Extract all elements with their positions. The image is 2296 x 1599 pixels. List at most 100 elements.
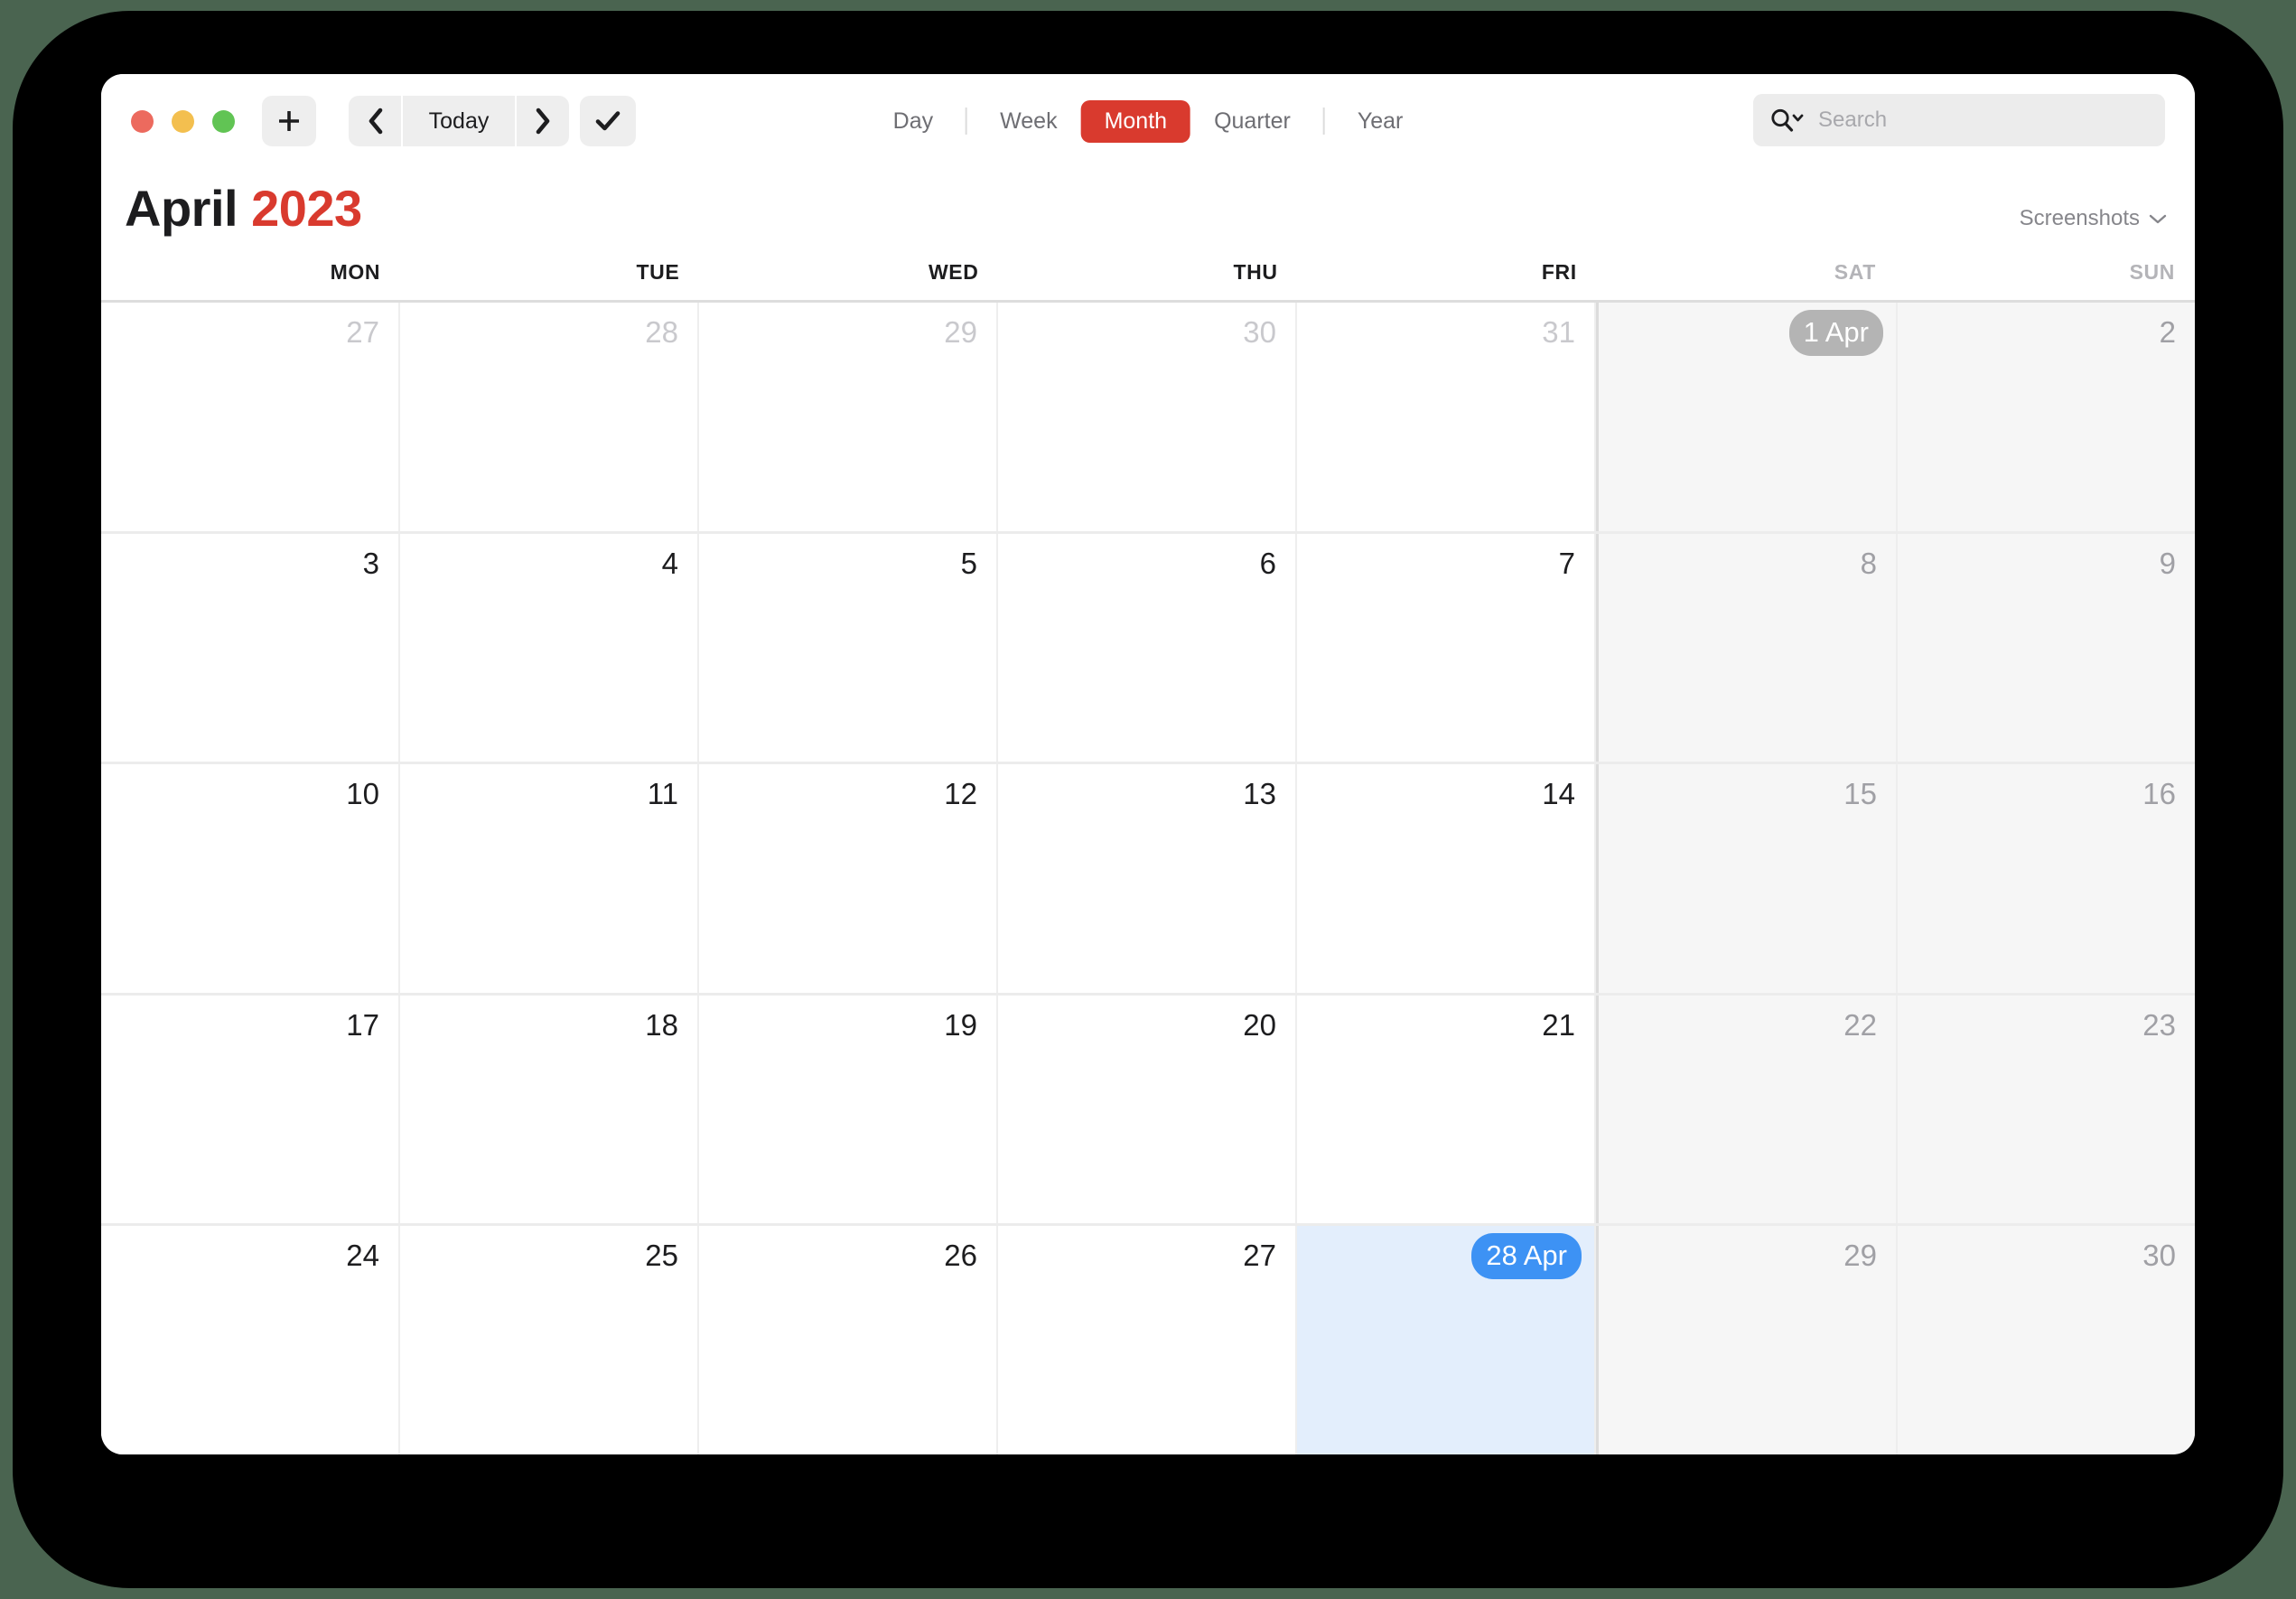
day-cell[interactable]: 24 (101, 1226, 400, 1454)
view-tab-day[interactable]: Day (870, 100, 957, 143)
day-number: 2 (2159, 315, 2176, 349)
day-cell[interactable]: 4 (400, 533, 699, 762)
day-badge: 28 Apr (1471, 1233, 1582, 1280)
day-cell[interactable]: 2 (1898, 303, 2195, 531)
day-number: 16 (2142, 777, 2176, 811)
view-tab-quarter[interactable]: Quarter (1190, 100, 1314, 143)
confirm-button[interactable] (580, 96, 636, 146)
day-number: 10 (346, 777, 379, 811)
day-cell[interactable]: 23 (1898, 995, 2195, 1224)
day-number: 8 (1860, 546, 1877, 580)
day-cell[interactable]: 30 (1898, 1226, 2195, 1454)
add-event-button[interactable] (262, 96, 316, 146)
calendar-window: Today Day Week Month Quarter Year Search… (101, 74, 2195, 1454)
day-number: 27 (1243, 1239, 1276, 1273)
day-number: 26 (944, 1239, 977, 1273)
title-month: April (125, 180, 238, 237)
chevron-left-icon (369, 108, 383, 135)
day-number: 29 (1843, 1239, 1877, 1273)
day-number: 30 (2142, 1239, 2176, 1273)
day-number: 29 (944, 315, 977, 349)
day-cell[interactable]: 28 Apr (1297, 1226, 1596, 1454)
day-cell[interactable]: 19 (699, 995, 998, 1224)
calendar-selector[interactable]: Screenshots (2020, 206, 2168, 231)
day-number: 7 (1558, 546, 1575, 580)
day-cell[interactable]: 27 (101, 303, 400, 531)
day-number: 18 (645, 1007, 678, 1042)
day-cell[interactable]: 14 (1297, 764, 1596, 993)
search-field[interactable]: Search (1753, 94, 2165, 146)
day-cell[interactable]: 5 (699, 533, 998, 762)
week-row: 3 4 5 6 7 8 9 (101, 533, 2195, 765)
day-number: 27 (346, 315, 379, 349)
day-cell[interactable]: 17 (101, 995, 400, 1224)
search-icon (1769, 108, 1807, 133)
window-toolbar: Today Day Week Month Quarter Year Search (101, 74, 2195, 166)
day-cell[interactable]: 10 (101, 764, 400, 993)
day-cell[interactable]: 8 (1596, 533, 1898, 762)
week-row: 17 18 19 20 21 22 23 (101, 995, 2195, 1227)
day-cell[interactable]: 12 (699, 764, 998, 993)
today-button[interactable]: Today (403, 96, 515, 146)
day-number: 15 (1843, 777, 1877, 811)
day-cell[interactable]: 26 (699, 1226, 998, 1454)
day-number: 12 (944, 777, 977, 811)
checkmark-icon (595, 111, 621, 131)
day-cell[interactable]: 20 (998, 995, 1297, 1224)
day-number: 17 (346, 1007, 379, 1042)
day-number: 4 (661, 546, 678, 580)
day-cell[interactable]: 27 (998, 1226, 1297, 1454)
day-number: 28 (645, 315, 678, 349)
previous-month-button[interactable] (349, 96, 401, 146)
day-cell[interactable]: 29 (1596, 1226, 1898, 1454)
day-number: 13 (1243, 777, 1276, 811)
day-cell[interactable]: 9 (1898, 533, 2195, 762)
day-cell[interactable]: 22 (1596, 995, 1898, 1224)
day-badge: 1 Apr (1788, 310, 1883, 356)
week-row: 24 25 26 27 28 Apr 29 30 (101, 1226, 2195, 1454)
day-cell[interactable]: 18 (400, 995, 699, 1224)
week-row: 27 28 29 30 31 1 Apr 2 (101, 303, 2195, 534)
day-cell[interactable]: 28 (400, 303, 699, 531)
close-window-button[interactable] (131, 110, 154, 133)
day-cell[interactable]: 15 (1596, 764, 1898, 993)
date-navigation-group: Today (349, 96, 569, 146)
weekday-label-sun: SUN (2129, 260, 2175, 284)
weekday-label-mon: MON (330, 260, 381, 284)
day-cell[interactable]: 13 (998, 764, 1297, 993)
day-cell[interactable]: 1 Apr (1596, 303, 1898, 531)
minimize-window-button[interactable] (172, 110, 194, 133)
day-cell[interactable]: 7 (1297, 533, 1596, 762)
day-cell[interactable]: 29 (699, 303, 998, 531)
zoom-window-button[interactable] (212, 110, 235, 133)
page-title: April 2023 (125, 179, 362, 238)
day-cell[interactable]: 11 (400, 764, 699, 993)
search-icon-glyph (1771, 108, 1804, 132)
day-number: 21 (1542, 1007, 1575, 1042)
day-cell[interactable]: 3 (101, 533, 400, 762)
calendar-header: April 2023 Screenshots (101, 166, 2195, 260)
view-tab-month[interactable]: Month (1080, 99, 1191, 143)
day-cell[interactable]: 16 (1898, 764, 2195, 993)
day-cell[interactable]: 6 (998, 533, 1297, 762)
traffic-lights (131, 110, 235, 133)
day-cell[interactable]: 31 (1297, 303, 1596, 531)
plus-icon (279, 111, 299, 131)
day-number: 9 (2159, 546, 2176, 580)
weekday-label-tue: TUE (636, 260, 680, 284)
day-cell[interactable]: 21 (1297, 995, 1596, 1224)
day-number: 5 (960, 546, 977, 580)
day-number: 14 (1542, 777, 1575, 811)
day-number: 19 (944, 1007, 977, 1042)
day-number: 3 (362, 546, 379, 580)
day-cell[interactable]: 30 (998, 303, 1297, 531)
next-month-button[interactable] (517, 96, 569, 146)
weekday-header-row: MON TUE WED THU FRI SAT SUN (101, 260, 2195, 300)
calendar-selector-label: Screenshots (2019, 206, 2140, 230)
weekday-label-sat: SAT (1834, 260, 1876, 284)
day-cell[interactable]: 25 (400, 1226, 699, 1454)
day-number: 23 (2142, 1007, 2176, 1042)
title-year: 2023 (251, 180, 362, 237)
view-tab-week[interactable]: Week (976, 100, 1080, 143)
view-tab-year[interactable]: Year (1334, 100, 1427, 143)
